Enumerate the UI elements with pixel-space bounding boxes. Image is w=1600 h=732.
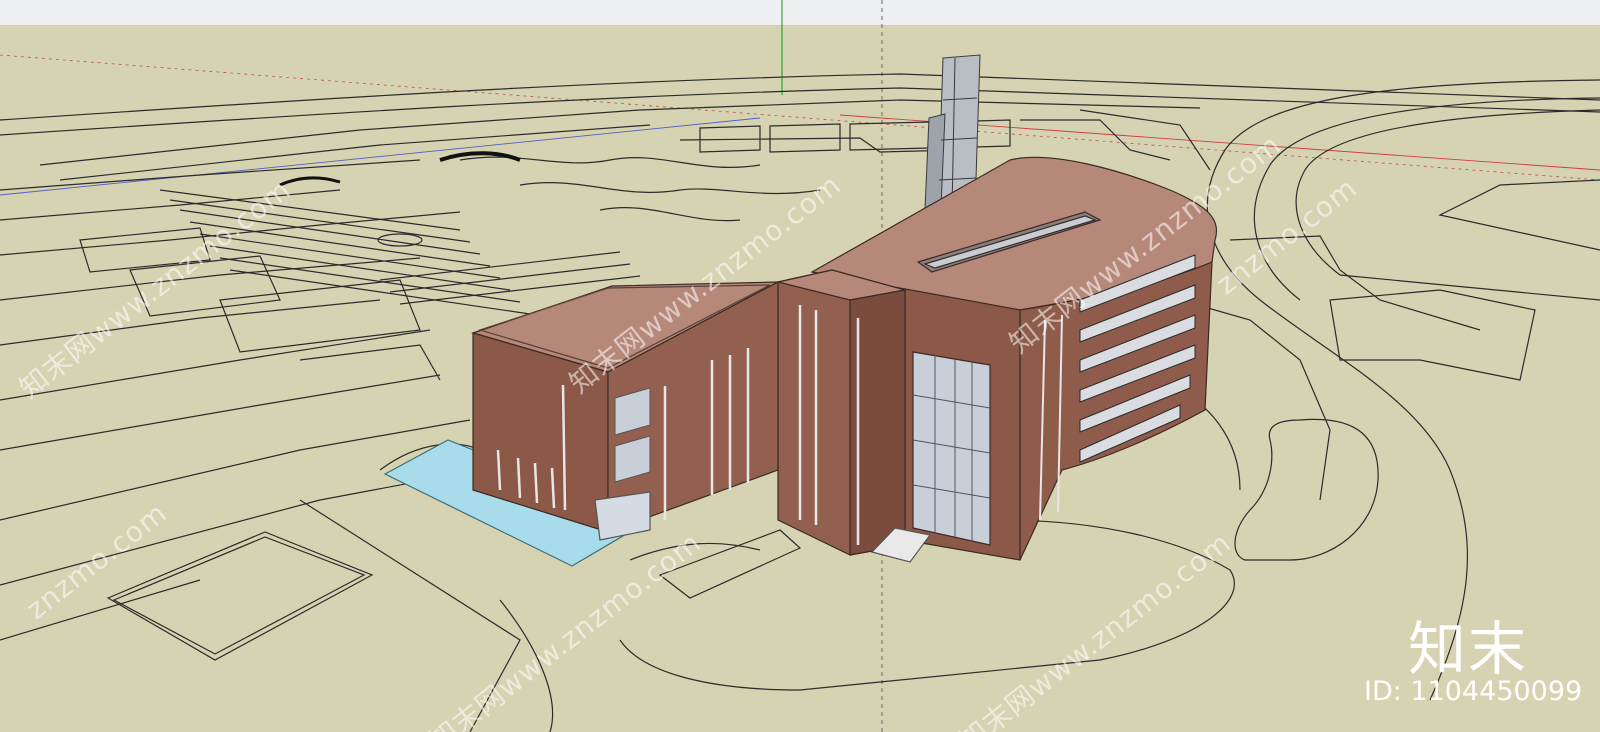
image-id-label: ID: 1104450099 — [1364, 676, 1583, 707]
model-scene[interactable] — [0, 0, 1600, 732]
brand-logo-text: 知末 — [1408, 615, 1529, 683]
sketchup-viewport[interactable]: 知末网www.znzmo.com 知末网www.znzmo.com 知末网www… — [0, 0, 1600, 732]
